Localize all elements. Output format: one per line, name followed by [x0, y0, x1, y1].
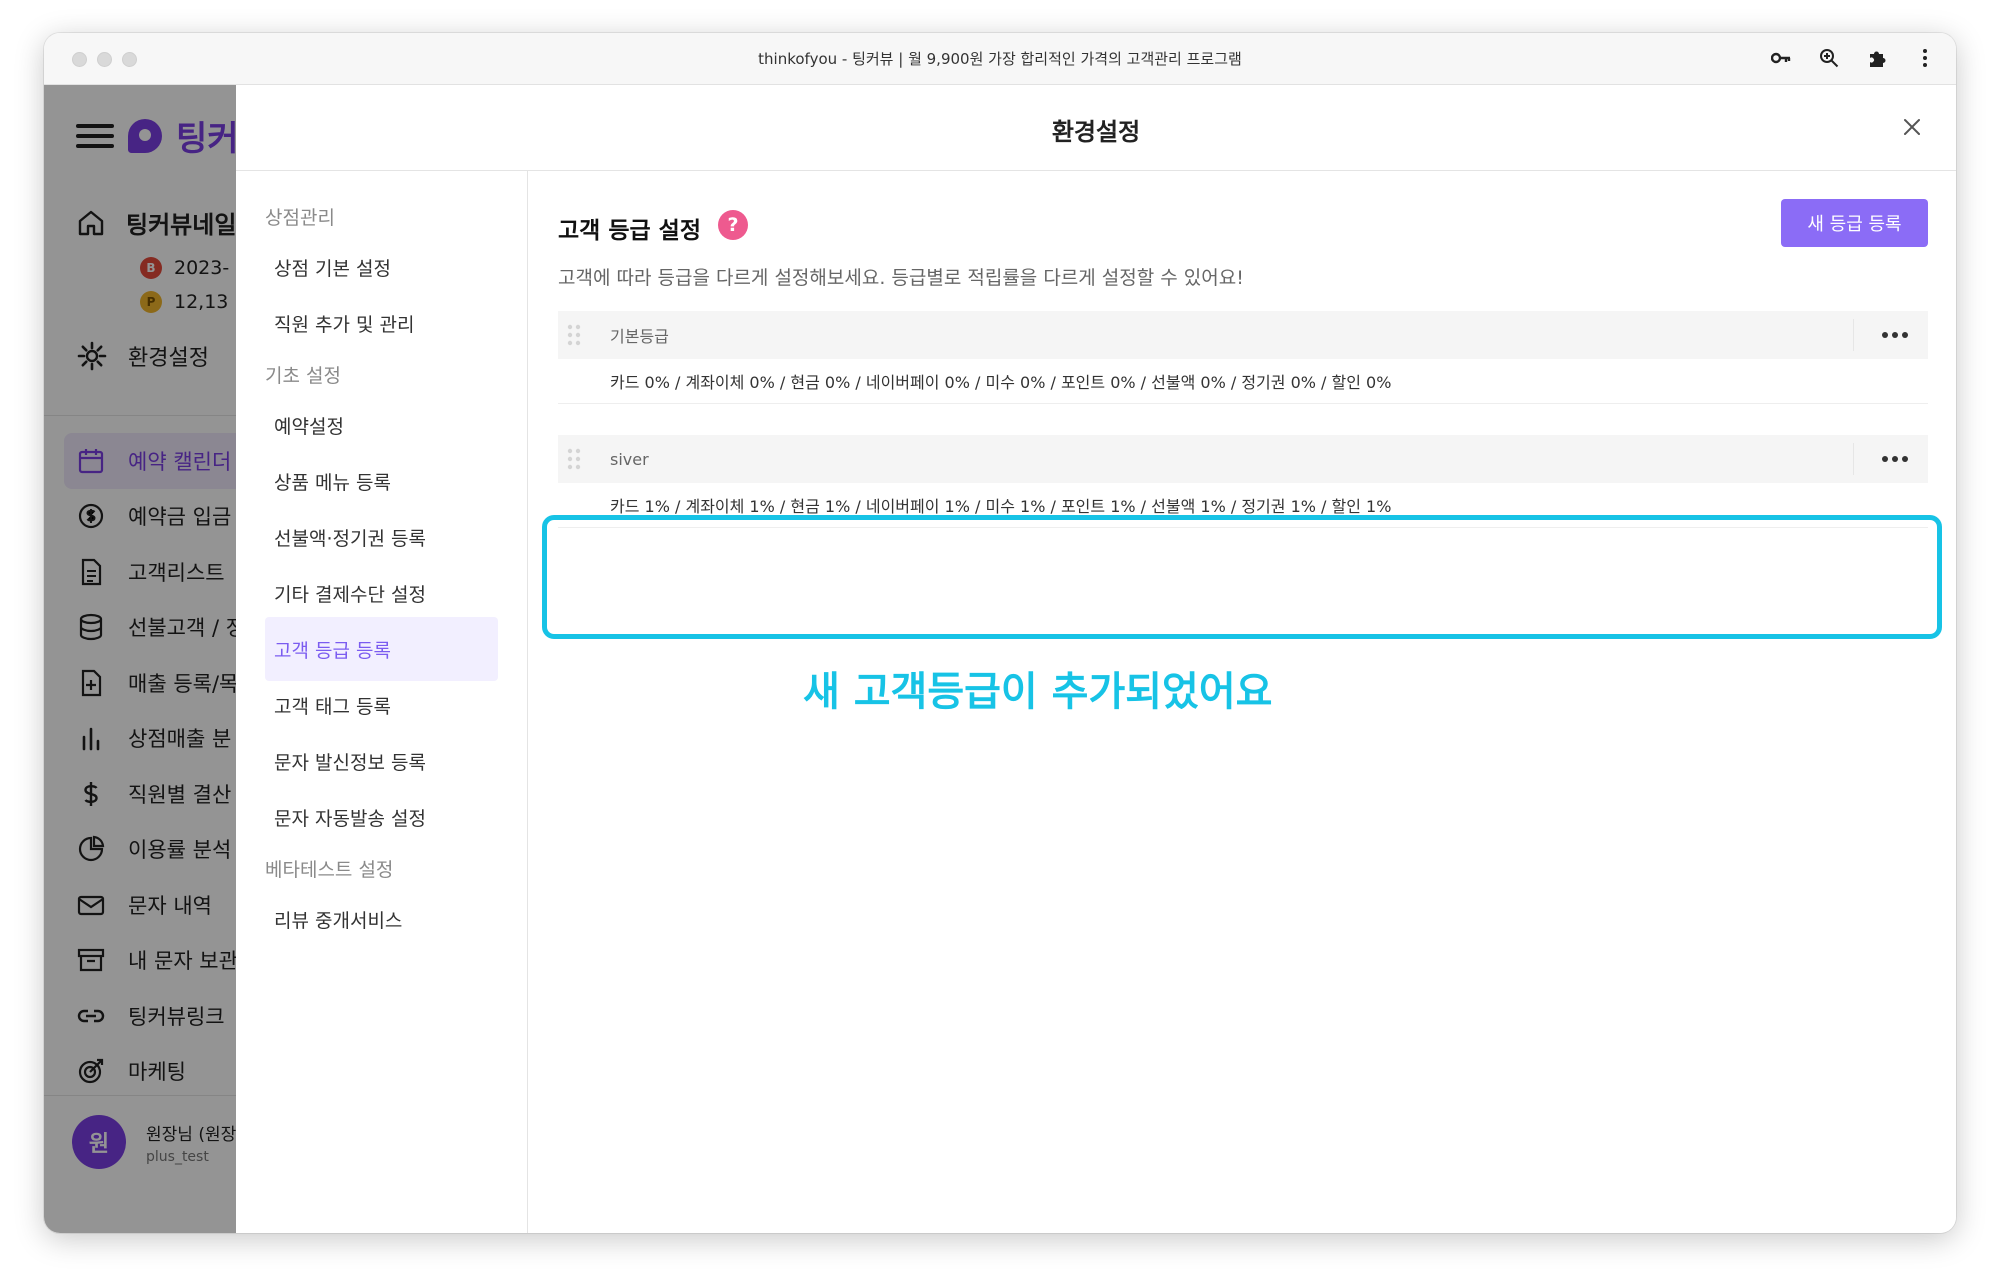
nav-item-sms-sender[interactable]: 문자 발신정보 등록 — [265, 729, 498, 793]
settings-modal: 환경설정 상점관리 상점 기본 설정 직원 추가 및 관리 기초 설정 예약설정… — [236, 85, 1956, 1233]
drag-handle-icon[interactable] — [567, 324, 581, 346]
callout-text: 새 고객등급이 추가되었어요 — [803, 669, 1273, 715]
modal-backdrop[interactable] — [44, 85, 244, 1233]
drag-handle-icon[interactable] — [567, 448, 581, 470]
nav-section-beta: 베타테스트 설정 — [265, 859, 394, 881]
grade-name: siver — [610, 449, 649, 469]
modal-title: 환경설정 — [1051, 118, 1141, 146]
nav-item-sms-auto[interactable]: 문자 자동발송 설정 — [265, 785, 498, 849]
title-bar-icons — [1770, 45, 1936, 71]
help-icon[interactable]: ? — [718, 210, 748, 240]
nav-item-payment[interactable]: 기타 결제수단 설정 — [265, 561, 498, 625]
nav-item-reservation[interactable]: 예약설정 — [265, 393, 498, 457]
title-bar: thinkofyou - 팅커뷰 | 월 9,900원 가장 합리적인 가격의 … — [44, 33, 1956, 85]
page-title: 고객 등급 설정 — [558, 218, 701, 244]
close-icon[interactable] — [1896, 111, 1928, 143]
window-title: thinkofyou - 팅커뷰 | 월 9,900원 가장 합리적인 가격의 … — [758, 50, 1242, 68]
nav-item-product-menu[interactable]: 상품 메뉴 등록 — [265, 449, 498, 513]
divider — [1853, 319, 1854, 351]
more-horizontal-icon[interactable] — [1875, 323, 1915, 347]
add-grade-button[interactable]: 새 등급 등록 — [1781, 199, 1928, 247]
page-description: 고객에 따라 등급을 다르게 설정해보세요. 등급별로 적립률을 다르게 설정할… — [558, 267, 1244, 289]
grade-header: 기본등급 — [558, 311, 1928, 359]
nav-item-review[interactable]: 리뷰 중개서비스 — [265, 887, 498, 951]
grade-header: siver — [558, 435, 1928, 483]
nav-section-store: 상점관리 — [265, 207, 335, 229]
key-icon[interactable] — [1770, 45, 1792, 71]
nav-item-customer-grade[interactable]: 고객 등급 등록 — [265, 617, 498, 681]
nav-item-store-basic[interactable]: 상점 기본 설정 — [265, 235, 498, 299]
nav-section-basic: 기초 설정 — [265, 365, 341, 387]
grade-settings-panel: 고객 등급 설정 ? 새 등급 등록 고객에 따라 등급을 다르게 설정해보세요… — [528, 171, 1956, 1233]
divider — [1853, 443, 1854, 475]
browser-window: thinkofyou - 팅커뷰 | 월 9,900원 가장 합리적인 가격의 … — [44, 33, 1956, 1233]
nav-item-customer-tag[interactable]: 고객 태그 등록 — [265, 673, 498, 737]
grade-name: 기본등급 — [610, 327, 669, 346]
more-vertical-icon[interactable] — [1914, 45, 1936, 71]
more-horizontal-icon[interactable] — [1875, 447, 1915, 471]
modal-header: 환경설정 — [236, 85, 1956, 171]
settings-nav: 상점관리 상점 기본 설정 직원 추가 및 관리 기초 설정 예약설정 상품 메… — [236, 171, 528, 1233]
nav-item-staff[interactable]: 직원 추가 및 관리 — [265, 291, 498, 355]
zoom-icon[interactable] — [1818, 45, 1840, 71]
grade-rates: 카드 0% / 계좌이체 0% / 현금 0% / 네이버페이 0% / 미수 … — [558, 359, 1928, 404]
grade-card-default[interactable]: 기본등급 카드 0% / 계좌이체 0% / 현금 0% / 네이버페이 0% … — [558, 311, 1928, 404]
nav-item-prepaid[interactable]: 선불액·정기권 등록 — [265, 505, 498, 569]
new-grade-highlight — [542, 515, 1942, 639]
extension-icon[interactable] — [1866, 45, 1888, 71]
